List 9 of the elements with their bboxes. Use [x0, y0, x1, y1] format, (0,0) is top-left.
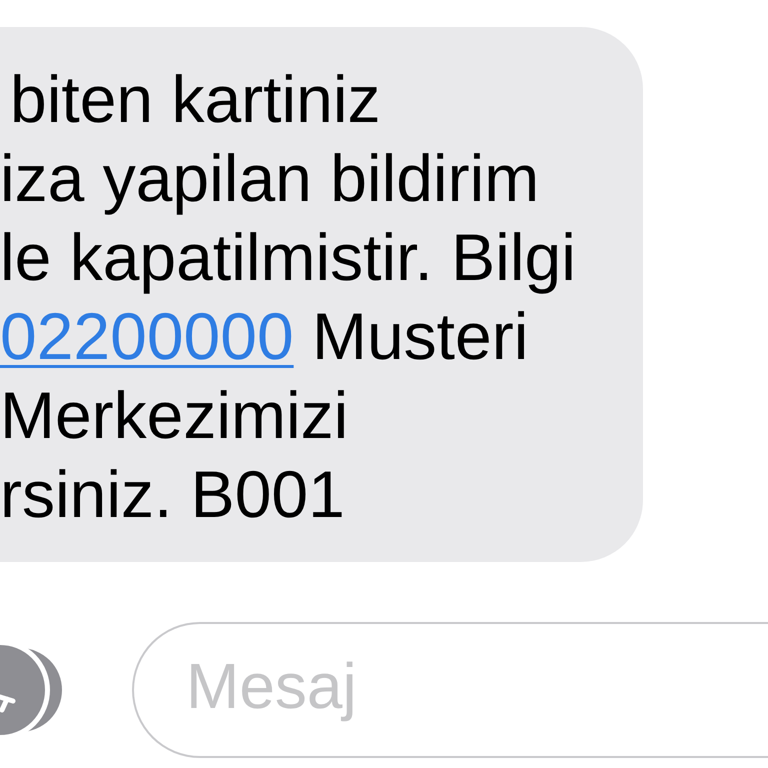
phone-number-link[interactable]: 02200000 [0, 299, 294, 373]
message-line: le kapatilmistir. Bilgi [0, 219, 576, 296]
message-field[interactable]: Mesaj [132, 622, 768, 758]
message-line: Merkezimizi [0, 377, 348, 454]
message-line: rsiniz. B001 [0, 456, 345, 533]
stacked-discs-icon[interactable] [0, 644, 62, 736]
message-line: 02200000 Musteri [0, 298, 528, 375]
message-line: iza yapilan bildirim [0, 140, 540, 217]
message-line: biten kartiniz [10, 61, 381, 138]
